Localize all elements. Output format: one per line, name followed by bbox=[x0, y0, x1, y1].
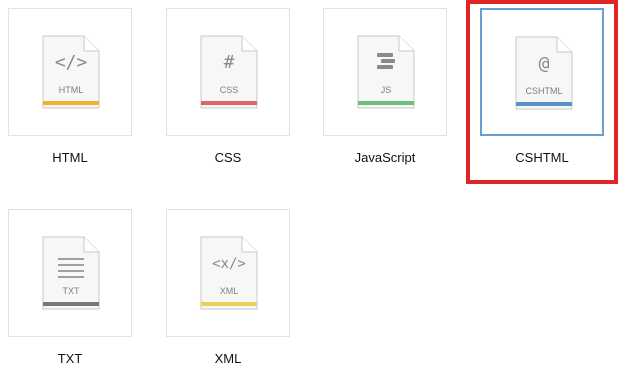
hash-glyph: # bbox=[223, 52, 235, 73]
file-extension-label: CSHTML bbox=[525, 86, 563, 96]
file-extension-label: HTML bbox=[58, 85, 84, 95]
file-tile-frame: TXT bbox=[8, 209, 132, 337]
at-glyph: @ bbox=[538, 53, 550, 74]
file-type-label: CSHTML bbox=[515, 150, 569, 165]
txt-file-icon: TXT bbox=[42, 236, 100, 310]
code-glyph: </> bbox=[54, 52, 88, 73]
file-tile-frame-selected: @ CSHTML bbox=[480, 8, 604, 136]
file-extension-label: CSS bbox=[219, 85, 239, 95]
file-type-label: JavaScript bbox=[354, 150, 416, 165]
file-type-label: XML bbox=[214, 351, 242, 366]
file-tile-frame: </> HTML bbox=[8, 8, 132, 136]
css-file-icon: # CSS bbox=[200, 35, 258, 109]
file-type-label: CSS bbox=[214, 150, 242, 165]
file-extension-label: JS bbox=[380, 85, 392, 95]
xml-tag-glyph: <x/> bbox=[212, 256, 246, 272]
file-extension-label: TXT bbox=[62, 286, 80, 296]
file-tile-frame: # CSS bbox=[166, 8, 290, 136]
file-tile-frame: JS bbox=[323, 8, 447, 136]
javascript-file-icon: JS bbox=[357, 35, 415, 109]
file-tile-frame: <x/> XML bbox=[166, 209, 290, 337]
cshtml-file-icon: @ CSHTML bbox=[515, 36, 573, 110]
file-type-label: HTML bbox=[52, 150, 88, 165]
file-extension-label: XML bbox=[219, 286, 239, 296]
xml-file-icon: <x/> XML bbox=[200, 236, 258, 310]
file-type-label: TXT bbox=[57, 351, 83, 366]
html-file-icon: </> HTML bbox=[42, 35, 100, 109]
